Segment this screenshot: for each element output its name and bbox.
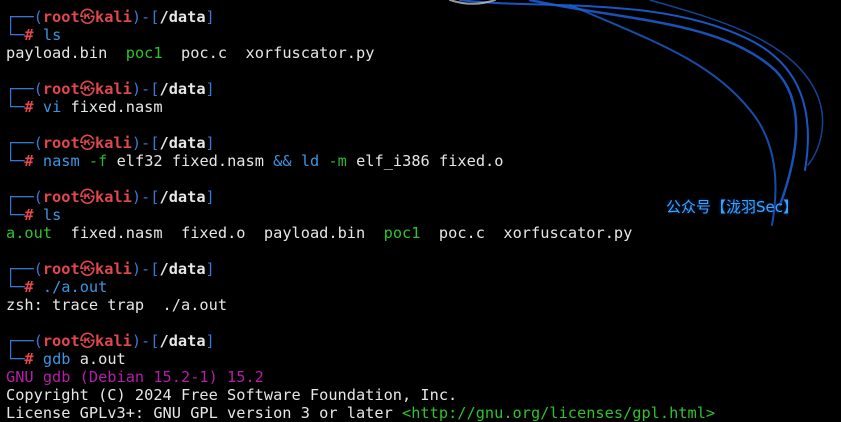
command-line: └─# nasm -f elf32 fixed.nasm && ld -m el… [6, 152, 504, 170]
command-line: └─# gdb a.out [6, 350, 126, 368]
command-name: ./a.out [42, 278, 108, 296]
ls-output: payload.bin poc1 poc.c xorfuscator.py [6, 44, 375, 62]
prompt-line: ┌──(root㉿kali)-[/data] [6, 80, 215, 98]
command-name: vi [42, 98, 62, 116]
wechat-watermark: 公众号【泷羽Sec】 [666, 198, 798, 216]
kali-skull-icon: ㉿ [79, 332, 95, 350]
command-line: └─# ./a.out [6, 278, 108, 296]
gdb-copyright: Copyright (C) 2024 Free Software Foundat… [6, 386, 458, 404]
prompt-line: ┌──(root㉿kali)-[/data] [6, 332, 215, 350]
kali-skull-icon: ㉿ [79, 80, 95, 98]
prompt-line: ┌──(root㉿kali)-[/data] [6, 8, 215, 26]
prompt-line: ┌──(root㉿kali)-[/data] [6, 134, 215, 152]
kali-skull-icon: ㉿ [79, 260, 95, 278]
kali-skull-icon: ㉿ [79, 188, 95, 206]
ls-output: a.out fixed.nasm fixed.o payload.bin poc… [6, 224, 633, 242]
error-output: zsh: trace trap ./a.out [6, 296, 228, 314]
command-name: nasm [42, 152, 80, 170]
command-name: ls [42, 26, 62, 44]
license-link[interactable]: <http://gnu.org/licenses/gpl.html> [402, 404, 715, 422]
command-name: ls [42, 206, 62, 224]
kali-skull-icon: ㉿ [79, 134, 95, 152]
gdb-banner: GNU gdb (Debian 15.2-1) 15.2 [6, 368, 264, 386]
gdb-license: License GPLv3+: GNU GPL version 3 or lat… [6, 404, 716, 422]
command-line: └─# vi fixed.nasm [6, 98, 163, 116]
prompt-line: ┌──(root㉿kali)-[/data] [6, 260, 215, 278]
command-line: └─# ls [6, 26, 62, 44]
command-name: gdb [42, 350, 71, 368]
kali-skull-icon: ㉿ [79, 8, 95, 26]
